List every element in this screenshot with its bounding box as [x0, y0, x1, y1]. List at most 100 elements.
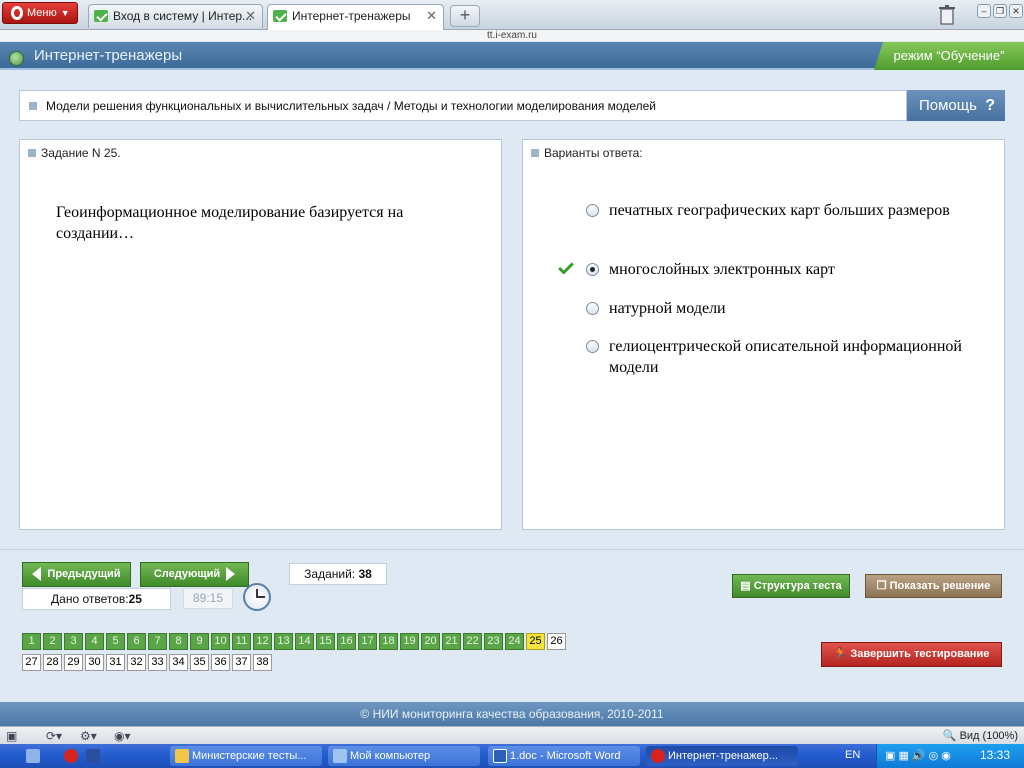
taskbar-item-active[interactable]: Интернет-тренажер... [646, 746, 798, 766]
finish-test-button[interactable]: 🏃 Завершить тестирование [821, 642, 1002, 667]
zoom-control[interactable]: 🔍 Вид (100%) [943, 729, 1018, 742]
app-icon[interactable] [86, 749, 100, 763]
radio-button-selected[interactable] [586, 263, 599, 276]
address-bar[interactable]: tt.i-exam.ru [0, 30, 1024, 41]
answer-text[interactable]: печатных географических карт больших раз… [609, 200, 969, 221]
task-number-cell[interactable]: 13 [274, 633, 293, 650]
task-number-cell[interactable]: 35 [190, 654, 209, 671]
task-number-cell[interactable]: 1 [22, 633, 41, 650]
test-structure-button[interactable]: ▤ Структура теста [732, 574, 850, 598]
radio-button[interactable] [586, 302, 599, 315]
next-button[interactable]: Следующий [140, 562, 249, 587]
task-number-cell[interactable]: 19 [400, 633, 419, 650]
task-number-cell[interactable]: 17 [358, 633, 377, 650]
task-number-cell[interactable]: 10 [211, 633, 230, 650]
close-tab-icon[interactable]: ✕ [245, 5, 256, 27]
task-number-cell[interactable]: 37 [232, 654, 251, 671]
task-number-cell[interactable]: 4 [85, 633, 104, 650]
restore-icon[interactable]: ❐ [993, 4, 1007, 18]
task-number-cell[interactable]: 30 [85, 654, 104, 671]
show-solution-button[interactable]: ❐ Показать решение [865, 574, 1002, 598]
task-number-cell[interactable]: 24 [505, 633, 524, 650]
task-number-cell[interactable]: 20 [421, 633, 440, 650]
task-number-cell[interactable]: 21 [442, 633, 461, 650]
task-number-cell[interactable]: 16 [337, 633, 356, 650]
task-number-cell[interactable]: 3 [64, 633, 83, 650]
taskbar-item[interactable]: Министерские тесты... [170, 746, 322, 766]
panel-toggle-icon[interactable]: ▣ [6, 729, 17, 743]
task-number-cell[interactable]: 15 [316, 633, 335, 650]
timer: 89:15 [183, 588, 233, 609]
breadcrumb: Модели решения функциональных и вычислит… [19, 90, 907, 121]
arrow-right-icon [226, 567, 236, 582]
quick-launch [20, 746, 108, 766]
close-tab-icon[interactable]: ✕ [426, 5, 437, 27]
task-number-cell[interactable]: 5 [106, 633, 125, 650]
task-number-cell[interactable]: 31 [106, 654, 125, 671]
bullet-square-icon [531, 149, 539, 157]
radio-button[interactable] [586, 340, 599, 353]
task-number-cell[interactable]: 22 [463, 633, 482, 650]
tray-icons[interactable]: ▣ ▦ 🔊 ◎ ◉ [885, 749, 951, 762]
task-number-cell[interactable]: 32 [127, 654, 146, 671]
minimize-icon[interactable]: – [977, 4, 991, 18]
answers-heading: Варианты ответа: [531, 146, 643, 160]
task-number-cell[interactable]: 12 [253, 633, 272, 650]
task-number-cell[interactable]: 11 [232, 633, 251, 650]
close-window-icon[interactable]: ✕ [1009, 4, 1023, 18]
new-tab-button[interactable]: + [450, 5, 480, 27]
task-number-cell[interactable]: 33 [148, 654, 167, 671]
task-number-cell[interactable]: 9 [190, 633, 209, 650]
help-button[interactable]: Помощь ? [907, 90, 1005, 121]
answer-text[interactable]: многослойных электронных карт [609, 259, 969, 280]
trash-icon[interactable] [937, 4, 957, 26]
opera-logo-icon [11, 6, 23, 21]
tab-trainers[interactable]: Интернет-тренажеры ✕ [267, 4, 444, 30]
task-panel: Задание N 25. Геоинформационное моделиро… [19, 139, 502, 530]
opera-menu-button[interactable]: Меню ▼ [2, 2, 78, 24]
task-number-cell[interactable]: 36 [211, 654, 230, 671]
sync-icon[interactable]: ⟳▾ [46, 729, 62, 743]
clock-icon [243, 583, 271, 611]
task-number-cell[interactable]: 34 [169, 654, 188, 671]
unite-icon[interactable]: ⚙▾ [80, 729, 97, 743]
task-number-cell[interactable]: 28 [43, 654, 62, 671]
answers-panel: Варианты ответа: печатных географических… [522, 139, 1005, 530]
taskbar-item[interactable]: 1.doc - Microsoft Word [488, 746, 640, 766]
app-header: Интернет-тренажеры режим “Обучение” [0, 42, 1024, 70]
language-indicator[interactable]: EN [845, 749, 860, 761]
task-number-cell[interactable]: 25 [526, 633, 545, 650]
task-number-cell[interactable]: 27 [22, 654, 41, 671]
task-number-cell[interactable]: 18 [379, 633, 398, 650]
prev-button[interactable]: Предыдущий [22, 562, 131, 587]
answered-count-box: Дано ответов:25 [22, 588, 171, 610]
browser-tab-bar: Меню ▼ Вход в систему | Интер... ✕ Интерн… [0, 0, 1024, 30]
chevron-down-icon: ▼ [60, 8, 70, 18]
task-number-cell[interactable]: 26 [547, 633, 566, 650]
taskbar-label: Мой компьютер [350, 750, 431, 762]
taskbar-label: Интернет-тренажер... [668, 750, 778, 762]
opera-icon[interactable] [64, 749, 78, 763]
task-heading-text: Задание N 25. [41, 146, 121, 160]
turbo-icon[interactable]: ◉▾ [114, 729, 131, 743]
system-tray: ▣ ▦ 🔊 ◎ ◉ 13:33 [876, 744, 1024, 768]
answer-text[interactable]: натурной модели [609, 298, 969, 319]
next-label: Следующий [153, 568, 221, 580]
task-number-cell[interactable]: 14 [295, 633, 314, 650]
taskbar-item[interactable]: Мой компьютер [328, 746, 480, 766]
running-man-icon: 🏃 [833, 648, 851, 660]
task-number-cell[interactable]: 29 [64, 654, 83, 671]
clock: 13:33 [979, 748, 1010, 762]
task-number-cell[interactable]: 23 [484, 633, 503, 650]
radio-button[interactable] [586, 204, 599, 217]
answer-text[interactable]: гелиоцентрической описательной информаци… [609, 336, 969, 378]
task-number-cell[interactable]: 38 [253, 654, 272, 671]
desktop-icon[interactable] [26, 749, 40, 763]
task-number-cell[interactable]: 6 [127, 633, 146, 650]
question-mark-icon: ? [985, 97, 995, 114]
task-number-cell[interactable]: 7 [148, 633, 167, 650]
task-number-cell[interactable]: 8 [169, 633, 188, 650]
tab-login[interactable]: Вход в систему | Интер... ✕ [88, 4, 263, 28]
copyright: © НИИ мониторинга качества образования, … [0, 702, 1024, 726]
task-number-cell[interactable]: 2 [43, 633, 62, 650]
